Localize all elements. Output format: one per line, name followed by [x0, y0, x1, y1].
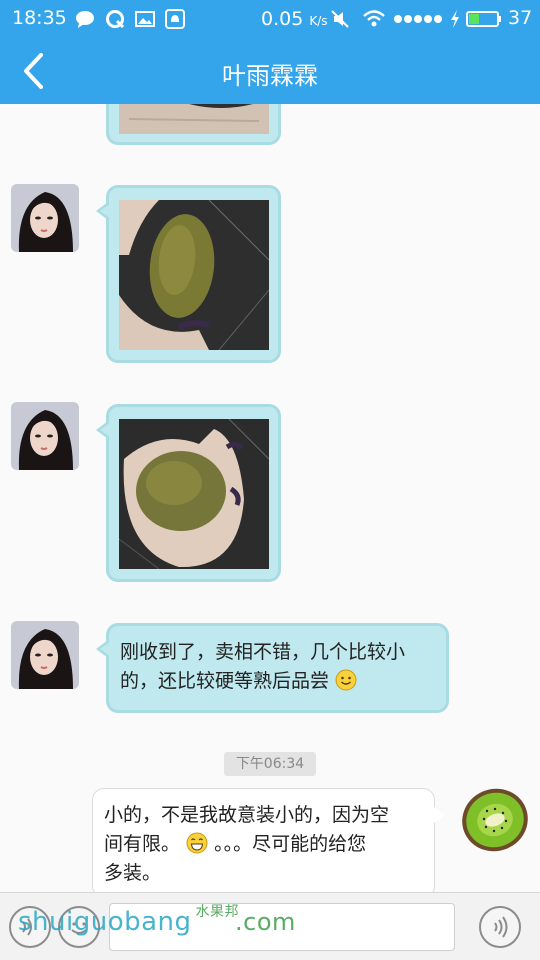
message-text: 小的，不是我故意装小的，因为空 间有限。 。。。尽可能的给您 多装。 [104, 804, 390, 884]
message-bubble-photo[interactable] [96, 185, 281, 363]
message-bubble-photo[interactable] [96, 404, 281, 582]
contact-avatar[interactable] [11, 402, 79, 470]
image-icon [135, 11, 155, 27]
contact-avatar[interactable] [11, 184, 79, 252]
notification-icon [165, 9, 185, 29]
chat-bubble-icon [76, 11, 94, 28]
message-bubble-text-outgoing[interactable]: 小的，不是我故意装小的，因为空 间有限。 。。。尽可能的给您 多装。 [92, 788, 445, 892]
q-app-icon [106, 10, 125, 29]
message-bubble-text[interactable]: 刚收到了，卖相不错，几个比较小 的，还比较硬等熟后品尝 [96, 623, 449, 713]
chat-title: 叶雨霖霖 [222, 62, 318, 90]
contact-avatar[interactable] [11, 621, 79, 689]
grin-emoji-icon [186, 832, 208, 854]
mute-icon [331, 10, 349, 28]
network-speed: 0.05 K/s [261, 8, 328, 30]
watermark: shuiguobang 水果邦.com [18, 904, 296, 937]
kiwi-photo[interactable] [119, 419, 269, 569]
signal-dots-icon [394, 15, 442, 23]
status-time: 18:35 [12, 7, 67, 29]
audio-icon [494, 916, 508, 938]
my-avatar[interactable] [460, 785, 530, 855]
kiwi-photo[interactable] [119, 104, 269, 134]
smile-emoji-icon [335, 669, 357, 691]
message-timestamp: 下午06:34 [224, 752, 316, 776]
message-text: 刚收到了，卖相不错，几个比较小 的，还比较硬等熟后品尝 [120, 641, 406, 692]
chat-messages[interactable]: 刚收到了，卖相不错，几个比较小 的，还比较硬等熟后品尝 下午06:34 小的，不… [0, 104, 540, 892]
status-bar: 18:35 0.05 K/s 37 [0, 0, 540, 38]
battery-icon [466, 11, 501, 27]
charging-icon [451, 10, 459, 28]
message-bubble-photo[interactable] [106, 104, 281, 145]
kiwi-photo[interactable] [119, 200, 269, 350]
battery-level: 37 [508, 7, 533, 29]
wifi-icon [363, 10, 385, 27]
input-bar: shuiguobang 水果邦.com [0, 892, 540, 960]
title-bar: 叶雨霖霖 [0, 38, 540, 104]
audio-button[interactable] [479, 906, 521, 948]
